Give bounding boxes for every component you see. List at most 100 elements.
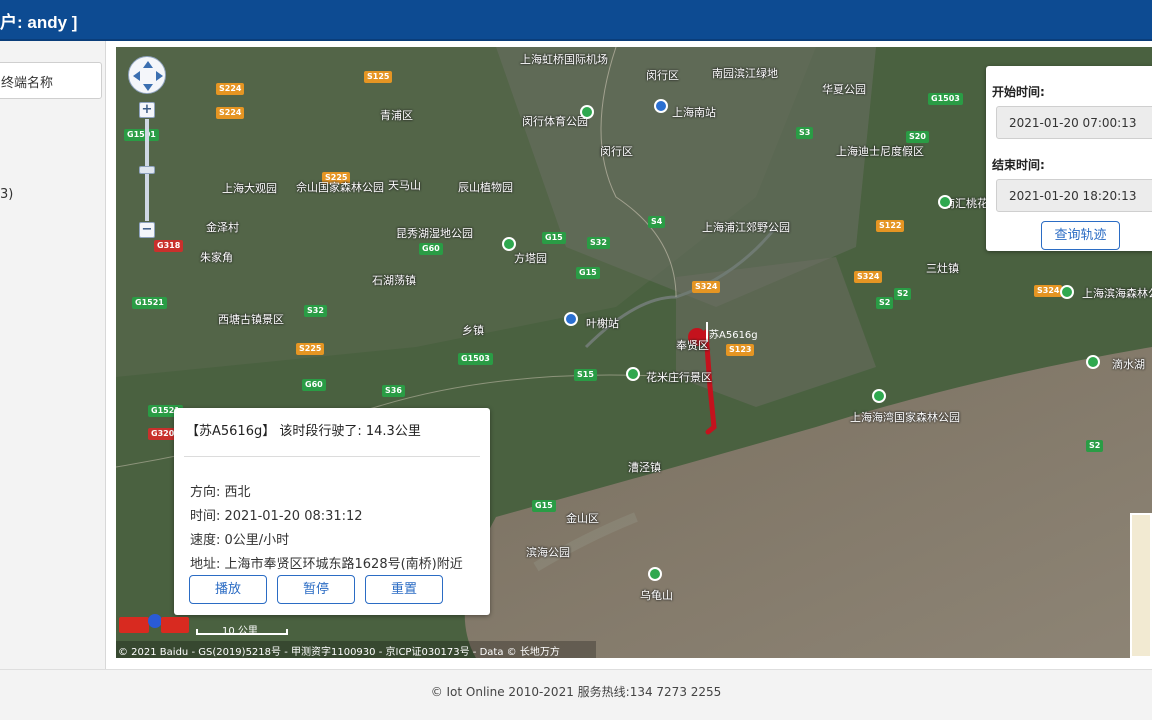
map-place-label: 上海滨海森林公园 xyxy=(1082,287,1152,300)
map-place-label: 方塔园 xyxy=(514,252,547,265)
footer-text: © Iot Online 2010-2021 服务热线:134 7273 225… xyxy=(430,685,722,699)
start-time-input[interactable]: 2021-01-20 07:00:13 xyxy=(996,106,1152,139)
map-place-label: 华夏公园 xyxy=(822,83,866,96)
road-shield: G15 xyxy=(576,267,600,279)
reset-button[interactable]: 重置 xyxy=(365,575,443,604)
map-place-label: 金山区 xyxy=(566,512,599,525)
poi-marker[interactable] xyxy=(872,389,886,403)
road-shield: S4 xyxy=(648,216,666,228)
poi-marker[interactable] xyxy=(1086,355,1100,369)
zoom-slider[interactable]: + − xyxy=(139,102,155,238)
road-shield: S224 xyxy=(216,107,245,119)
map-place-label: 乡镇 xyxy=(462,324,484,337)
map-place-label: 青浦区 xyxy=(380,109,413,122)
zoom-in-button[interactable]: + xyxy=(139,102,155,118)
baidu-logo xyxy=(119,613,191,635)
terminal-name-input[interactable]: 终端名称 xyxy=(0,62,102,99)
map-copyright: © 2021 Baidu - GS(2019)5218号 - 甲测资字11009… xyxy=(116,641,596,658)
map-place-label: 天马山 xyxy=(388,179,421,192)
query-track-button[interactable]: 查询轨迹 xyxy=(1041,221,1120,250)
road-shield: S32 xyxy=(304,305,327,317)
map-place-label: 上海海湾国家森林公园 xyxy=(850,411,960,424)
vehicle-info-popup: 【苏A5616g】 该时段行驶了: 14.3公里 方向: 西北 时间: 2021… xyxy=(174,408,490,615)
baidu-paw-icon xyxy=(119,614,189,633)
map-place-label: 上海迪士尼度假区 xyxy=(836,145,924,158)
play-button[interactable]: 播放 xyxy=(189,575,267,604)
popup-title: 【苏A5616g】 该时段行驶了: 14.3公里 xyxy=(186,424,421,439)
poi-marker[interactable] xyxy=(580,105,594,119)
road-shield: G1521 xyxy=(132,297,167,309)
top-header-bar: 户: andy ] xyxy=(0,0,1152,41)
road-shield: S123 xyxy=(726,344,755,356)
sidebar: 终端名称 3) xyxy=(0,41,106,669)
direction-row: 方向: 西北 xyxy=(190,485,251,500)
poi-marker[interactable] xyxy=(564,312,578,326)
map-scale-bar: 10 公里 xyxy=(196,622,288,637)
map-pan-control[interactable] xyxy=(128,56,166,94)
map-place-label: 滴水湖 xyxy=(1112,358,1145,371)
poi-marker[interactable] xyxy=(502,237,516,251)
road-shield: G60 xyxy=(419,243,443,255)
satellite-map[interactable]: S125 S224 S224 G1501 S225 G60 G15 S32 G1… xyxy=(116,47,1152,658)
map-place-label: 漕泾镇 xyxy=(628,461,661,474)
end-time-input[interactable]: 2021-01-20 18:20:13 xyxy=(996,179,1152,212)
map-place-label: 上海虹桥国际机场 xyxy=(520,53,608,66)
road-shield: S324 xyxy=(692,281,721,293)
road-shield: G320 xyxy=(148,428,178,440)
poi-marker[interactable] xyxy=(648,567,662,581)
map-place-label: 闵行体育公园 xyxy=(522,115,588,128)
road-shield: G1503 xyxy=(458,353,493,365)
map-place-label: 滨海公园 xyxy=(526,546,570,559)
map-place-label: 上海南站 xyxy=(672,106,716,119)
map-place-label: 闵行区 xyxy=(646,69,679,82)
road-shield: S32 xyxy=(587,237,610,249)
road-shield: G1503 xyxy=(928,93,963,105)
overview-map[interactable] xyxy=(1130,513,1152,658)
poi-marker[interactable] xyxy=(626,367,640,381)
scale-ruler-icon xyxy=(196,629,288,635)
user-info: 户: andy ] xyxy=(0,13,78,32)
road-shield: S3 xyxy=(796,127,814,139)
poi-marker[interactable] xyxy=(938,195,952,209)
road-shield: S36 xyxy=(382,385,405,397)
map-place-label: 三灶镇 xyxy=(926,262,959,275)
road-shield: S324 xyxy=(854,271,883,283)
map-place-label: 乌龟山 xyxy=(640,589,673,602)
road-shield: G60 xyxy=(302,379,326,391)
map-place-label: 昆秀湖湿地公园 xyxy=(396,227,473,240)
poi-marker[interactable] xyxy=(654,99,668,113)
pan-arrows-icon xyxy=(133,61,163,91)
zoom-handle[interactable] xyxy=(139,166,155,174)
map-place-label: 朱家角 xyxy=(200,251,233,264)
road-shield: G318 xyxy=(154,240,184,252)
road-shield: S225 xyxy=(296,343,325,355)
map-place-label: 闵行区 xyxy=(600,145,633,158)
speed-row: 速度: 0公里/小时 xyxy=(190,533,290,548)
road-shield: S224 xyxy=(216,83,245,95)
road-shield: S20 xyxy=(906,131,929,143)
address-row: 地址: 上海市奉贤区环城东路1628号(南桥)附近 xyxy=(190,557,463,572)
end-time-label: 结束时间: xyxy=(992,158,1045,172)
map-place-label: 上海大观园 xyxy=(222,182,277,195)
sidebar-text-fragment: 3) xyxy=(0,187,14,202)
road-shield: S324 xyxy=(1034,285,1063,297)
road-shield: S122 xyxy=(876,220,905,232)
road-shield: S125 xyxy=(364,71,393,83)
road-shield: S2 xyxy=(1086,440,1104,452)
road-shield: G15 xyxy=(542,232,566,244)
time-row: 时间: 2021-01-20 08:31:12 xyxy=(190,509,363,524)
road-shield: G15 xyxy=(532,500,556,512)
map-place-label: 南园滨江绿地 xyxy=(712,67,778,80)
pause-button[interactable]: 暂停 xyxy=(277,575,355,604)
map-place-label: 石湖荡镇 xyxy=(372,274,416,287)
map-place-label: 叶榭站 xyxy=(586,317,619,330)
map-place-label: 金泽村 xyxy=(206,221,239,234)
map-place-label: 奉贤区 xyxy=(676,339,709,352)
road-shield: S2 xyxy=(876,297,894,309)
road-shield: S2 xyxy=(894,288,912,300)
start-time-label: 开始时间: xyxy=(992,85,1045,99)
poi-marker[interactable] xyxy=(1060,285,1074,299)
page-footer: © Iot Online 2010-2021 服务热线:134 7273 225… xyxy=(0,669,1152,720)
map-place-label: 西塘古镇景区 xyxy=(218,313,284,326)
zoom-out-button[interactable]: − xyxy=(139,222,155,238)
